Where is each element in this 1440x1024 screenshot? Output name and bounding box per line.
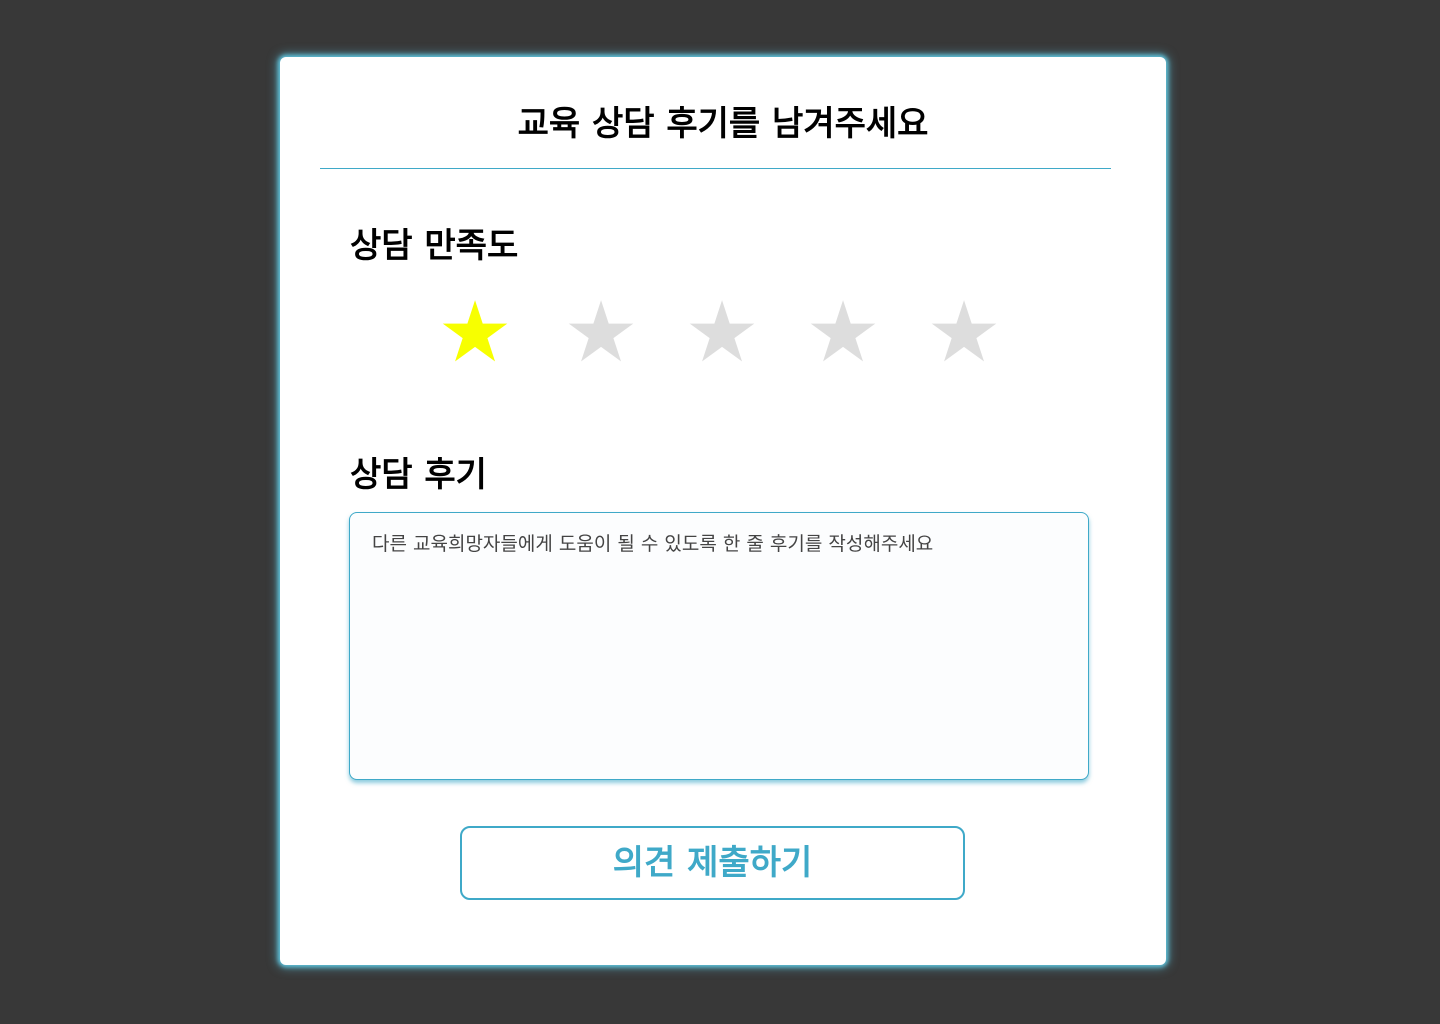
rating-label: 상담 만족도: [350, 226, 519, 266]
review-modal: 교육 상담 후기를 남겨주세요 상담 만족도 ★ ★ ★ ★ ★ 상담 후기 의…: [280, 57, 1166, 965]
star-rating: ★ ★ ★ ★ ★: [280, 287, 1166, 377]
star-3-icon[interactable]: ★: [677, 287, 767, 377]
modal-title: 교육 상담 후기를 남겨주세요: [517, 104, 929, 144]
review-label: 상담 후기: [350, 455, 487, 495]
star-2-icon[interactable]: ★: [556, 287, 646, 377]
submit-button[interactable]: 의견 제출하기: [460, 826, 965, 900]
title-divider: [320, 168, 1111, 169]
review-textarea[interactable]: [349, 512, 1089, 780]
star-1-icon[interactable]: ★: [430, 287, 520, 377]
star-4-icon[interactable]: ★: [798, 287, 888, 377]
star-5-icon[interactable]: ★: [919, 287, 1009, 377]
